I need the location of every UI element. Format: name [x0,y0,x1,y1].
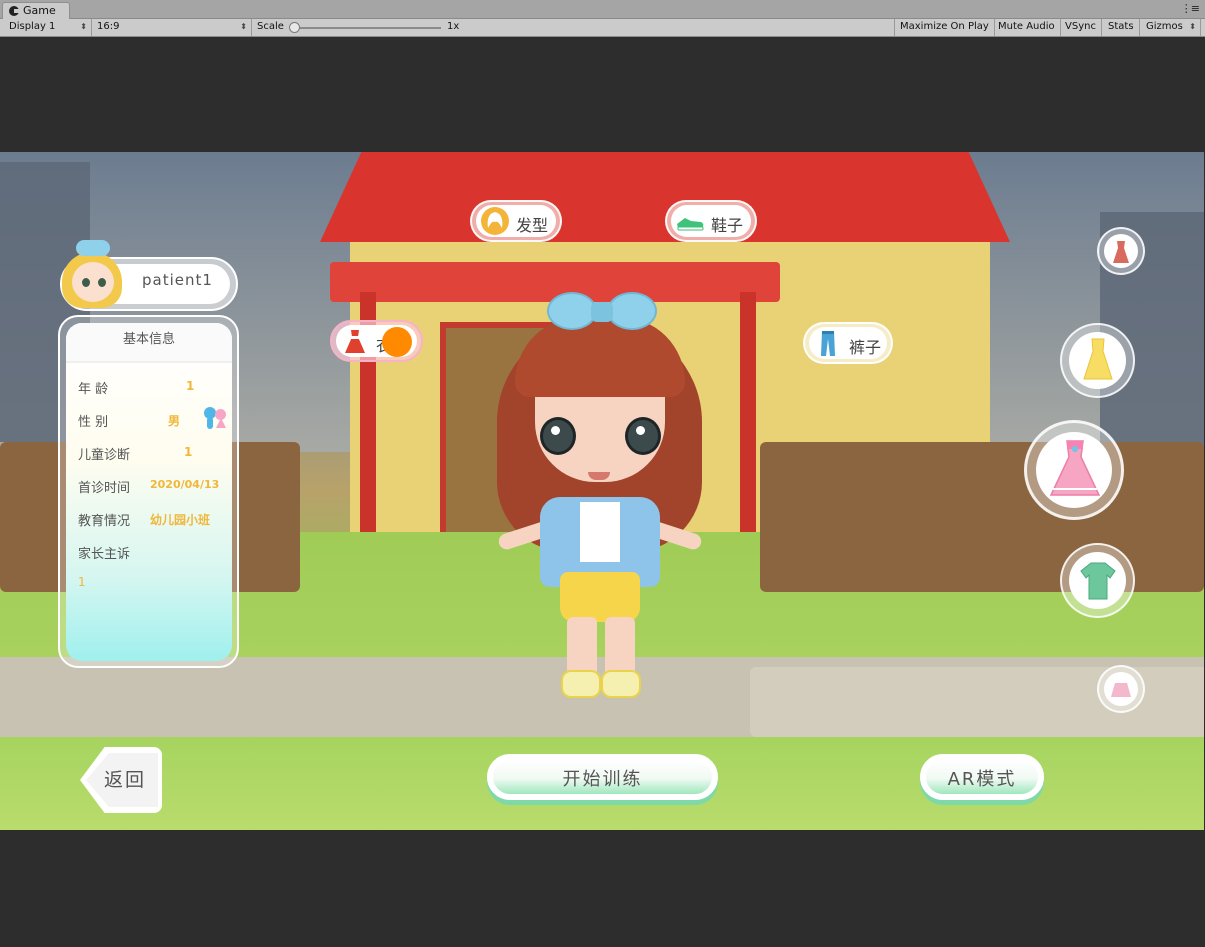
info-label-complaint: 家长主诉 [78,547,131,562]
red-dress-icon [1113,241,1129,263]
back-button-label: 返回 [104,769,147,791]
editor-tab-bar: Game ⋮≡ [0,0,1205,19]
scale-slider-track[interactable] [295,27,441,29]
display-dropdown[interactable]: Display 1 [4,19,92,36]
mute-label: Mute Audio [998,21,1055,32]
category-pants-label: 裤子 [849,338,882,357]
info-value-complaint: 1 [78,575,86,589]
character-leg [605,617,635,677]
start-training-label: 开始训练 [562,769,643,790]
character-shoe [601,670,641,698]
basic-info-panel: 基本信息 年 龄 1 性 别 男 儿童诊断 1 首诊时间 2020/04/13 … [58,315,239,668]
character-skirt [560,572,640,622]
pink-dress-icon [1049,440,1101,496]
sneaker-icon [677,218,704,231]
info-value-gender: 男 [168,414,181,428]
back-button[interactable]: 返回 [80,747,162,813]
dress-icon [345,330,365,353]
game-tab[interactable]: Game [2,2,70,19]
patient-name: patient1 [142,271,213,289]
character-bow [547,292,657,332]
info-label-education: 教育情况 [78,514,131,529]
yellow-dress-icon [1083,338,1113,380]
character-shirt [580,502,620,562]
green-shirt-icon [1080,562,1116,600]
aspect-dropdown[interactable]: 16:9 [92,19,252,36]
gizmos-label: Gizmos [1146,21,1183,32]
category-shoes-button[interactable]: 鞋子 [665,200,757,242]
gizmos-dropdown[interactable]: Gizmos [1141,19,1201,36]
mute-audio-toggle[interactable]: Mute Audio [993,19,1061,36]
maximize-on-play-toggle[interactable]: Maximize On Play [894,19,995,36]
stats-label: Stats [1108,21,1134,32]
category-pants-button[interactable]: 裤子 [803,322,893,364]
character-eye [625,417,661,455]
info-label-gender: 性 别 [78,415,109,430]
ar-mode-label: AR模式 [947,769,1017,790]
scale-value: 1x [447,21,460,32]
hair-icon [481,207,509,235]
info-value-diagnosis: 1 [184,445,193,459]
scale-label: Scale [257,21,284,32]
pink-skirt-icon [1111,683,1131,697]
category-shoes-label: 鞋子 [711,216,744,235]
info-value-first-visit: 2020/04/13 [150,478,220,491]
info-label-first-visit: 首诊时间 [78,481,131,496]
info-value-education: 幼儿园小班 [150,513,211,527]
outfit-thumb-2[interactable] [1060,323,1135,398]
selection-indicator [382,327,412,357]
aspect-dropdown-label: 16:9 [97,21,120,32]
scene-post [740,292,756,572]
info-label-diagnosis: 儿童诊断 [78,448,131,463]
info-label-age: 年 龄 [78,382,109,397]
info-value-age: 1 [186,379,195,393]
outfit-thumb-5[interactable] [1097,665,1145,713]
outfit-thumb-4[interactable] [1060,543,1135,618]
maximize-label: Maximize On Play [900,21,989,32]
display-dropdown-label: Display 1 [9,21,56,32]
outfit-thumb-3-selected[interactable] [1024,420,1124,520]
boy-girl-icon [204,407,226,431]
character-eye [540,417,576,455]
game-tab-label: Game [23,4,56,17]
stats-toggle[interactable]: Stats [1103,19,1140,36]
game-toolbar: Display 1 16:9 Scale 1x Maximize On Play… [0,19,1205,37]
scale-slider-handle[interactable] [289,22,300,33]
start-training-button[interactable]: 开始训练 [487,754,718,800]
avatar-character[interactable] [495,292,705,698]
character-shoe [561,670,601,698]
scene-fence [760,442,1204,592]
pants-icon [821,331,835,356]
tab-menu-icon[interactable]: ⋮≡ [1181,2,1200,15]
category-hair-button[interactable]: 发型 [470,200,562,242]
ar-mode-button[interactable]: AR模式 [920,754,1044,800]
vsync-label: VSync [1065,21,1096,32]
girl-avatar-icon [62,240,124,308]
category-hair-label: 发型 [516,216,549,235]
character-leg [567,617,597,677]
game-view-icon [9,6,19,16]
vsync-toggle[interactable]: VSync [1060,19,1102,36]
scene-roof [320,152,1010,242]
info-panel-title: 基本信息 [66,323,232,363]
outfit-thumb-1[interactable] [1097,227,1145,275]
